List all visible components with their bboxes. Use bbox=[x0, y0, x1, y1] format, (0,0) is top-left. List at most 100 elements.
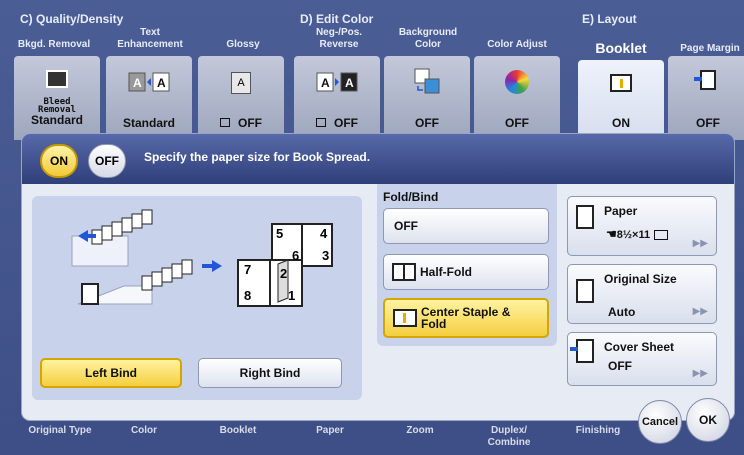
tab-label: Duplex/ bbox=[490, 425, 528, 436]
tile-value: OFF bbox=[198, 116, 284, 130]
left-bind-button[interactable]: Left Bind bbox=[40, 358, 182, 388]
tab-color[interactable]: Color bbox=[118, 426, 170, 436]
group-title: C) Quality/Density bbox=[20, 12, 124, 26]
center-staple-icon bbox=[393, 309, 417, 327]
booklet-spine bbox=[620, 79, 623, 88]
tab-original-type[interactable]: Original Type bbox=[18, 426, 102, 436]
tile-booklet[interactable]: ON bbox=[578, 60, 664, 140]
paper-button[interactable]: Paper ☚8½×11 ▶▶ bbox=[567, 196, 717, 256]
booklet-dialog: ON OFF Specify the paper size for Book S… bbox=[22, 134, 734, 420]
button-value: OFF bbox=[608, 359, 632, 373]
group-title: E) Layout bbox=[582, 12, 637, 26]
fold-line bbox=[403, 265, 405, 279]
svg-text:A: A bbox=[345, 76, 354, 90]
dialog-header: ON OFF Specify the paper size for Book S… bbox=[22, 134, 734, 184]
right-bind-button[interactable]: Right Bind bbox=[198, 358, 342, 388]
off-toggle[interactable]: OFF bbox=[88, 144, 126, 178]
tile-value-text: OFF bbox=[238, 116, 262, 130]
tile-color-adjust[interactable]: OFF bbox=[474, 56, 560, 140]
checkbox-icon bbox=[220, 118, 230, 127]
chevron-icon: ▶▶ bbox=[692, 368, 708, 379]
tile-text-enhancement[interactable]: AA Standard bbox=[106, 56, 192, 140]
text-enhancement-icon: AA bbox=[128, 72, 170, 92]
tab-paper[interactable]: Paper bbox=[300, 426, 360, 436]
col-glossy: Glossy bbox=[226, 39, 260, 50]
page-number: 2 bbox=[280, 266, 288, 281]
instruction-message: Specify the paper size for Book Spread. bbox=[144, 150, 371, 164]
col-neg-pos: Neg-/Pos. Reverse bbox=[296, 28, 382, 50]
original-icon bbox=[576, 279, 594, 303]
cover-sheet-button[interactable]: Cover Sheet OFF ▶▶ bbox=[567, 332, 717, 386]
tile-value-text: OFF bbox=[334, 116, 358, 130]
color-wheel-icon bbox=[505, 70, 529, 94]
col-label: Text bbox=[140, 27, 160, 38]
page-number: 3 bbox=[322, 248, 330, 263]
tab-duplex-combine[interactable]: Duplex/ Combine bbox=[474, 426, 544, 448]
page-number: 5 bbox=[276, 226, 284, 241]
tile-value: OFF bbox=[505, 116, 529, 130]
bottom-tab-bar bbox=[0, 420, 744, 455]
button-label: Right Bind bbox=[239, 366, 301, 380]
group-title: D) Edit Color bbox=[300, 12, 374, 26]
tab-booklet[interactable]: Booklet bbox=[208, 426, 268, 436]
col-background-color: Background Color bbox=[382, 28, 474, 50]
tile-glossy[interactable]: A OFF bbox=[198, 56, 284, 140]
button-label: OFF bbox=[394, 219, 418, 233]
col-label: Reverse bbox=[319, 39, 359, 50]
button-title: Original Size bbox=[604, 272, 677, 286]
svg-text:A: A bbox=[133, 76, 142, 90]
page-number: 7 bbox=[244, 262, 252, 277]
tab-zoom[interactable]: Zoom bbox=[390, 426, 450, 436]
svg-text:A: A bbox=[321, 76, 330, 90]
chevron-icon: ▶▶ bbox=[692, 238, 708, 249]
tray-hand-icon: ☚ bbox=[606, 227, 617, 241]
tile-value: Standard bbox=[122, 116, 175, 130]
button-label: Half-Fold bbox=[420, 265, 472, 279]
ok-button[interactable]: OK bbox=[686, 398, 730, 442]
value-text: 8½×11 bbox=[616, 229, 651, 241]
half-fold-icon bbox=[392, 263, 416, 281]
page-number: 4 bbox=[320, 226, 328, 241]
tile-value: OFF bbox=[294, 116, 380, 130]
col-page-margin: Page Margin bbox=[680, 43, 740, 54]
booklet-icon bbox=[610, 74, 632, 92]
col-label: Background bbox=[398, 27, 458, 38]
col-label: Color bbox=[414, 39, 442, 50]
cover-arrow bbox=[570, 347, 578, 351]
orientation-icon bbox=[654, 229, 669, 240]
tile-neg-pos-reverse[interactable]: A A OFF bbox=[294, 56, 380, 140]
tile-value: Bleed Removal Standard bbox=[14, 98, 100, 127]
col-bkgd-removal: Bkgd. Removal bbox=[17, 39, 91, 50]
on-toggle[interactable]: ON bbox=[40, 144, 78, 178]
checkbox-icon bbox=[316, 118, 326, 127]
tile-page-margin[interactable]: OFF bbox=[668, 56, 744, 140]
button-value: ☚8½×11 bbox=[606, 227, 669, 241]
tile-value: OFF bbox=[415, 116, 439, 130]
tile-value: OFF bbox=[696, 116, 720, 130]
tile-bkgd-removal[interactable]: Bleed Removal Standard bbox=[14, 56, 100, 140]
fold-off-button[interactable]: OFF bbox=[383, 208, 549, 244]
button-label: Left Bind bbox=[85, 366, 137, 380]
glossy-icon: A bbox=[231, 72, 251, 94]
page-number: 6 bbox=[292, 248, 300, 263]
bind-illustration-panel: 5 4 6 3 7 2 8 1 Left Bind Right Bind bbox=[32, 196, 362, 400]
tab-finishing[interactable]: Finishing bbox=[566, 426, 630, 436]
col-text-enhancement: Text Enhancement bbox=[104, 28, 196, 50]
col-label: Neg-/Pos. bbox=[315, 27, 363, 38]
page-number: 1 bbox=[288, 288, 296, 303]
button-label: Center Staple & Fold bbox=[421, 306, 510, 330]
half-fold-button[interactable]: Half-Fold bbox=[383, 254, 549, 290]
cover-sheet-icon bbox=[570, 339, 594, 363]
cancel-button[interactable]: Cancel bbox=[638, 400, 682, 444]
tab-label: Combine bbox=[487, 437, 531, 448]
col-color-adjust: Color Adjust bbox=[487, 39, 547, 50]
original-size-button[interactable]: Original Size Auto ▶▶ bbox=[567, 264, 717, 324]
tile-background-color[interactable]: OFF bbox=[384, 56, 470, 140]
background-color-icon bbox=[414, 68, 440, 94]
svg-text:A: A bbox=[157, 76, 166, 90]
fold-bind-title: Fold/Bind bbox=[383, 190, 439, 204]
paper-icon bbox=[576, 205, 594, 229]
center-staple-fold-button[interactable]: Center Staple & Fold bbox=[383, 298, 549, 338]
col-booklet: Booklet bbox=[595, 40, 647, 56]
page-margin-icon bbox=[694, 70, 716, 90]
